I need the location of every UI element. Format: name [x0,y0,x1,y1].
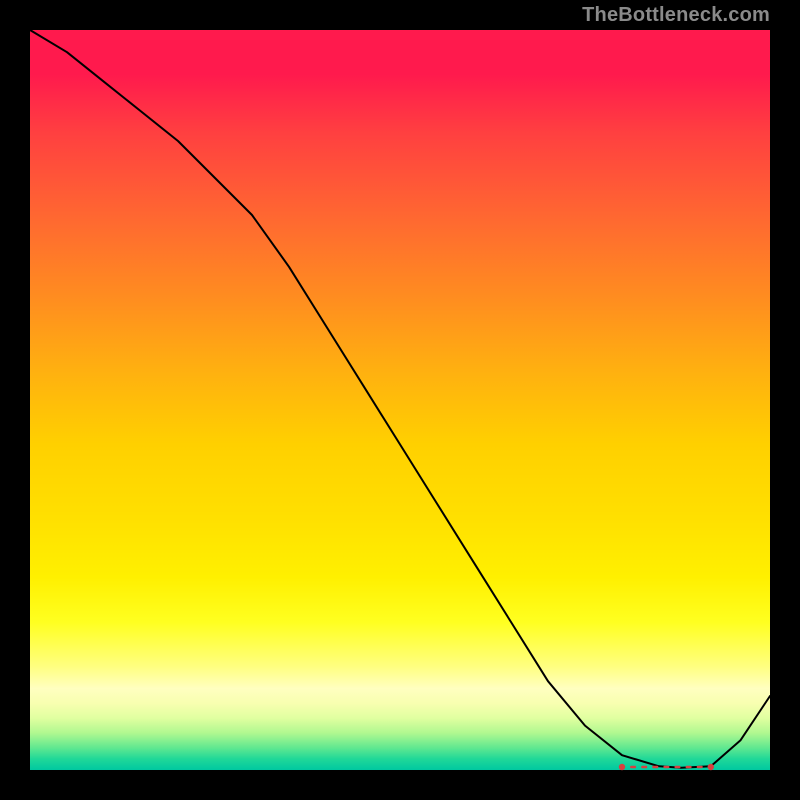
chart-frame: TheBottleneck.com [0,0,800,800]
chart-svg [30,30,770,770]
valley-dash [663,766,669,768]
valley-marker [619,764,714,770]
valley-dash [675,766,681,768]
valley-dash [686,766,692,768]
watermark-text: TheBottleneck.com [582,4,770,27]
valley-dot-right [708,764,714,770]
valley-dash [697,766,703,768]
bottleneck-curve [30,30,770,768]
plot-area [30,30,770,770]
valley-dash [641,766,647,768]
valley-dot-left [619,764,625,770]
valley-dash [630,766,636,768]
valley-dash [652,766,658,768]
